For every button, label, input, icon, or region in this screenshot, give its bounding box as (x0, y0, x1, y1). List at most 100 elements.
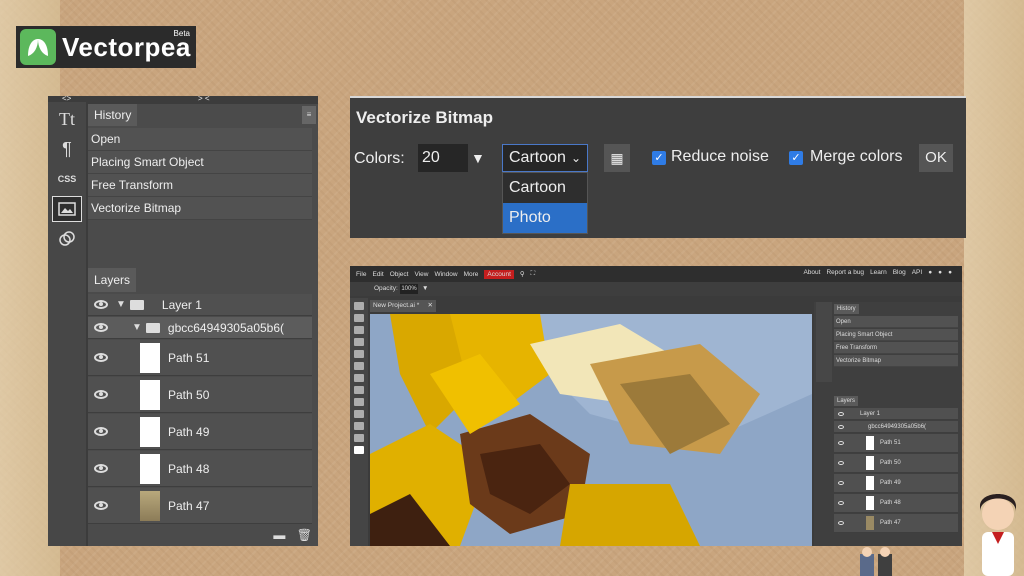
zoom-tool-icon[interactable] (354, 434, 364, 442)
layer-row[interactable]: gbcc64949305a05b6( (834, 421, 958, 433)
eye-icon[interactable] (94, 300, 108, 309)
tab-history[interactable]: History (88, 104, 138, 126)
rectangle-tool-icon[interactable] (354, 374, 364, 382)
history-item[interactable]: Free Transform (88, 174, 312, 197)
mode-select[interactable]: Cartoon ⌄ (502, 144, 588, 172)
menu-file[interactable]: File (356, 271, 366, 278)
history-item[interactable]: Open (88, 128, 312, 151)
menu-edit[interactable]: Edit (372, 271, 383, 278)
eye-icon[interactable] (838, 481, 844, 485)
character-icon[interactable]: Tt (52, 106, 82, 132)
css-icon[interactable]: CSS (52, 166, 82, 192)
crop-tool-icon[interactable] (354, 386, 364, 394)
ok-button[interactable]: OK (919, 144, 953, 172)
eye-icon[interactable] (838, 461, 844, 465)
history-item[interactable]: Vectorize Bitmap (88, 197, 312, 220)
layer-row[interactable]: Path 47 (88, 488, 312, 524)
merge-colors-checkbox[interactable]: ✓ (789, 151, 803, 165)
layer-row[interactable]: Path 49 (88, 414, 312, 450)
line-tool-icon[interactable] (354, 362, 364, 370)
menu-window[interactable]: Window (434, 271, 457, 278)
new-folder-icon[interactable]: ▬ (273, 528, 285, 542)
history-item[interactable]: Placing Smart Object (88, 151, 312, 174)
layer-row[interactable]: Path 47 (834, 514, 958, 533)
layer-row[interactable]: Path 48 (88, 451, 312, 487)
eye-icon[interactable] (838, 411, 844, 416)
layer-row[interactable]: Path 51 (88, 340, 312, 376)
tab-history[interactable]: History (834, 304, 859, 314)
mode-option-cartoon[interactable]: Cartoon (503, 173, 587, 203)
pen-tool-icon[interactable] (354, 326, 364, 334)
facebook-icon[interactable]: ● (948, 269, 952, 276)
link-learn[interactable]: Learn (870, 269, 887, 276)
gradient-tool-icon[interactable] (354, 398, 364, 406)
account-button[interactable]: Account (484, 269, 514, 279)
collapse-panels-icon[interactable]: > < (198, 94, 210, 103)
eye-icon[interactable] (94, 390, 108, 399)
expand-triangle-icon[interactable]: ▼ (132, 322, 142, 333)
layer-row[interactable]: Path 50 (88, 377, 312, 413)
palette-grid-button[interactable]: ▦ (604, 144, 630, 172)
history-item[interactable]: Free Transform (834, 342, 958, 354)
reduce-noise-checkbox[interactable]: ✓ (652, 151, 666, 165)
direct-select-tool-icon[interactable] (354, 314, 364, 322)
select-tool-icon[interactable] (354, 302, 364, 310)
layer-name: Path 47 (168, 498, 210, 513)
text-tool-icon[interactable] (354, 350, 364, 358)
reddit-icon[interactable]: ● (928, 269, 932, 276)
hand-tool-icon[interactable] (354, 422, 364, 430)
eye-icon[interactable] (94, 353, 108, 362)
layer-row[interactable]: ▼ Layer 1 (88, 294, 312, 316)
layer-row[interactable]: Path 48 (834, 494, 958, 513)
eye-icon[interactable] (838, 424, 844, 429)
eye-icon[interactable] (838, 521, 844, 525)
color-swatch[interactable] (354, 446, 364, 454)
history-item[interactable]: Placing Smart Object (834, 329, 958, 341)
eye-icon[interactable] (94, 464, 108, 473)
layer-row[interactable]: Layer 1 (834, 408, 958, 420)
menu-more[interactable]: More (464, 271, 479, 278)
eyedropper-tool-icon[interactable] (354, 410, 364, 418)
image-icon[interactable] (52, 196, 82, 222)
menu-view[interactable]: View (414, 271, 428, 278)
tab-layers[interactable]: Layers (834, 396, 859, 406)
vectorized-image (370, 314, 812, 546)
panel-menu-button[interactable]: ≡ (302, 106, 316, 124)
layer-name: gbcc64949305a05b6( (868, 423, 927, 430)
link-report-bug[interactable]: Report a bug (826, 269, 864, 276)
fullscreen-icon[interactable]: ⛶ (531, 270, 536, 278)
trash-icon[interactable]: 🗑 (297, 528, 312, 542)
eye-icon[interactable] (838, 501, 844, 505)
layer-row[interactable]: Path 51 (834, 434, 958, 453)
canvas-artwork[interactable] (370, 314, 812, 546)
paragraph-icon[interactable]: ¶ (52, 136, 82, 162)
twitter-icon[interactable]: ● (938, 269, 942, 276)
mode-option-photo[interactable]: Photo (503, 203, 587, 233)
colors-dropdown-icon[interactable]: ▼ (471, 150, 485, 166)
eye-icon[interactable] (94, 427, 108, 436)
link-api[interactable]: API (912, 269, 922, 276)
opacity-input[interactable]: 100% (400, 284, 418, 294)
expand-triangle-icon[interactable]: ▼ (116, 299, 126, 310)
history-item[interactable]: Vectorize Bitmap (834, 355, 958, 367)
eye-icon[interactable] (94, 501, 108, 510)
pencil-tool-icon[interactable] (354, 338, 364, 346)
link-blog[interactable]: Blog (893, 269, 906, 276)
menu-object[interactable]: Object (390, 271, 409, 278)
close-icon[interactable]: ✕ (428, 300, 433, 312)
document-tab[interactable]: New Project.ai * ✕ (370, 300, 436, 312)
history-item[interactable]: Open (834, 316, 958, 328)
layer-row[interactable]: ▼ gbcc64949305a05b6( (88, 317, 312, 339)
search-icon[interactable]: ⚲ (520, 270, 525, 278)
layer-row[interactable]: Path 50 (834, 454, 958, 473)
link-about[interactable]: About (803, 269, 820, 276)
opacity-dropdown-icon[interactable]: ▼ (422, 285, 428, 292)
mini-toolstrip (816, 302, 832, 382)
tab-layers[interactable]: Layers (88, 268, 137, 292)
eye-icon[interactable] (838, 441, 844, 445)
blend-circles-icon[interactable] (52, 226, 82, 252)
layer-row[interactable]: Path 49 (834, 474, 958, 493)
mode-dropdown: Cartoon Photo (502, 172, 588, 234)
eye-icon[interactable] (94, 323, 108, 332)
colors-input[interactable]: 20 (418, 144, 468, 172)
